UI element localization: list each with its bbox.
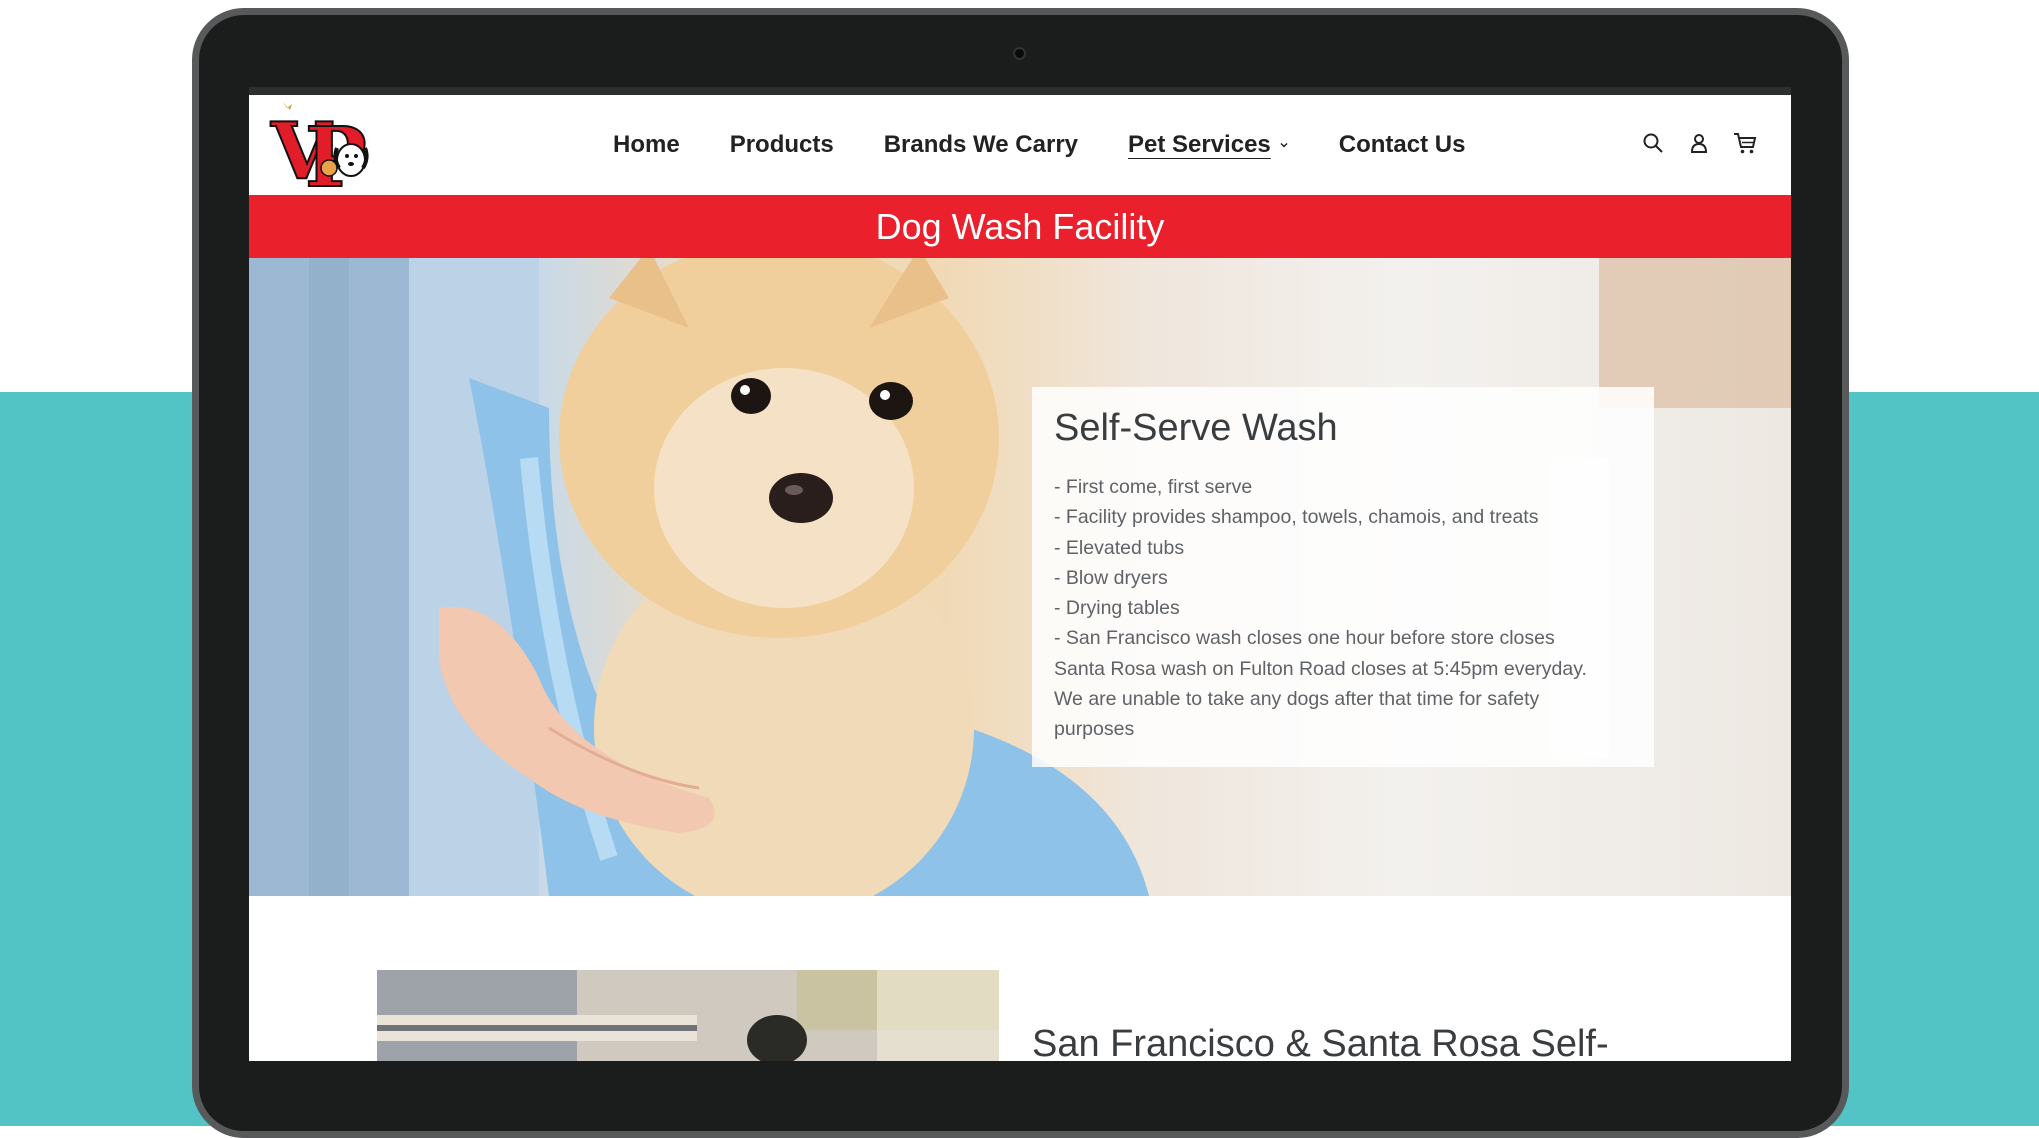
nav-contact[interactable]: Contact Us: [1339, 131, 1466, 159]
nav-brands-label: Brands We Carry: [883, 131, 1078, 158]
nav-home-label: Home: [613, 131, 680, 158]
nav-home[interactable]: Home: [613, 131, 680, 159]
page-banner: Dog Wash Facility: [249, 195, 1791, 258]
feature-line: - San Francisco wash closes one hour bef…: [1054, 627, 1555, 650]
nav-pet-services-label: Pet Services: [1128, 131, 1271, 158]
nav-products-label: Products: [729, 131, 834, 158]
search-icon[interactable]: [1639, 129, 1667, 157]
card-feature-list: - First come, first serve - Facility pro…: [1054, 472, 1632, 745]
feature-line: We are unable to take any dogs after tha…: [1054, 688, 1540, 711]
card-title: Self-Serve Wash: [1054, 407, 1338, 449]
feature-line: - Facility provides shampoo, towels, cha…: [1054, 506, 1539, 529]
nav-brands[interactable]: Brands We Carry: [884, 131, 1078, 159]
feature-line: Santa Rosa wash on Fulton Road closes at…: [1054, 657, 1587, 680]
hero-image: Self-Serve Wash - First come, first serv…: [249, 258, 1791, 896]
feature-line: - First come, first serve: [1054, 476, 1253, 498]
main-navigation: Home Products Brands We Carry Pet Servic…: [613, 95, 1515, 195]
nav-products[interactable]: Products: [730, 131, 834, 159]
nav-contact-label: Contact Us: [1338, 131, 1466, 158]
browser-screen: V P Home Products Brands We Carry Pet Se…: [249, 87, 1791, 1061]
header-icons: [1639, 129, 1759, 157]
screen-top-bezel: [249, 87, 1791, 95]
feature-line: purposes: [1054, 718, 1135, 741]
nav-pet-services[interactable]: Pet Services: [1128, 131, 1289, 159]
account-icon[interactable]: [1685, 129, 1713, 157]
cart-icon[interactable]: [1731, 129, 1759, 157]
site-header: V P Home Products Brands We Carry Pet Se…: [249, 95, 1791, 207]
camera-icon: [1013, 47, 1026, 60]
page-title: Dog Wash Facility: [875, 205, 1165, 247]
wash-station-photo: [377, 970, 999, 1061]
chevron-down-icon: [1280, 142, 1288, 148]
self-serve-wash-card: Self-Serve Wash - First come, first serv…: [1032, 387, 1654, 767]
store-logo[interactable]: V P: [269, 98, 379, 207]
feature-line: - Drying tables: [1054, 597, 1180, 620]
section-heading: San Francisco & Santa Rosa Self-: [1032, 1023, 1609, 1061]
feature-line: - Elevated tubs: [1054, 536, 1185, 559]
feature-line: - Blow dryers: [1054, 566, 1168, 589]
